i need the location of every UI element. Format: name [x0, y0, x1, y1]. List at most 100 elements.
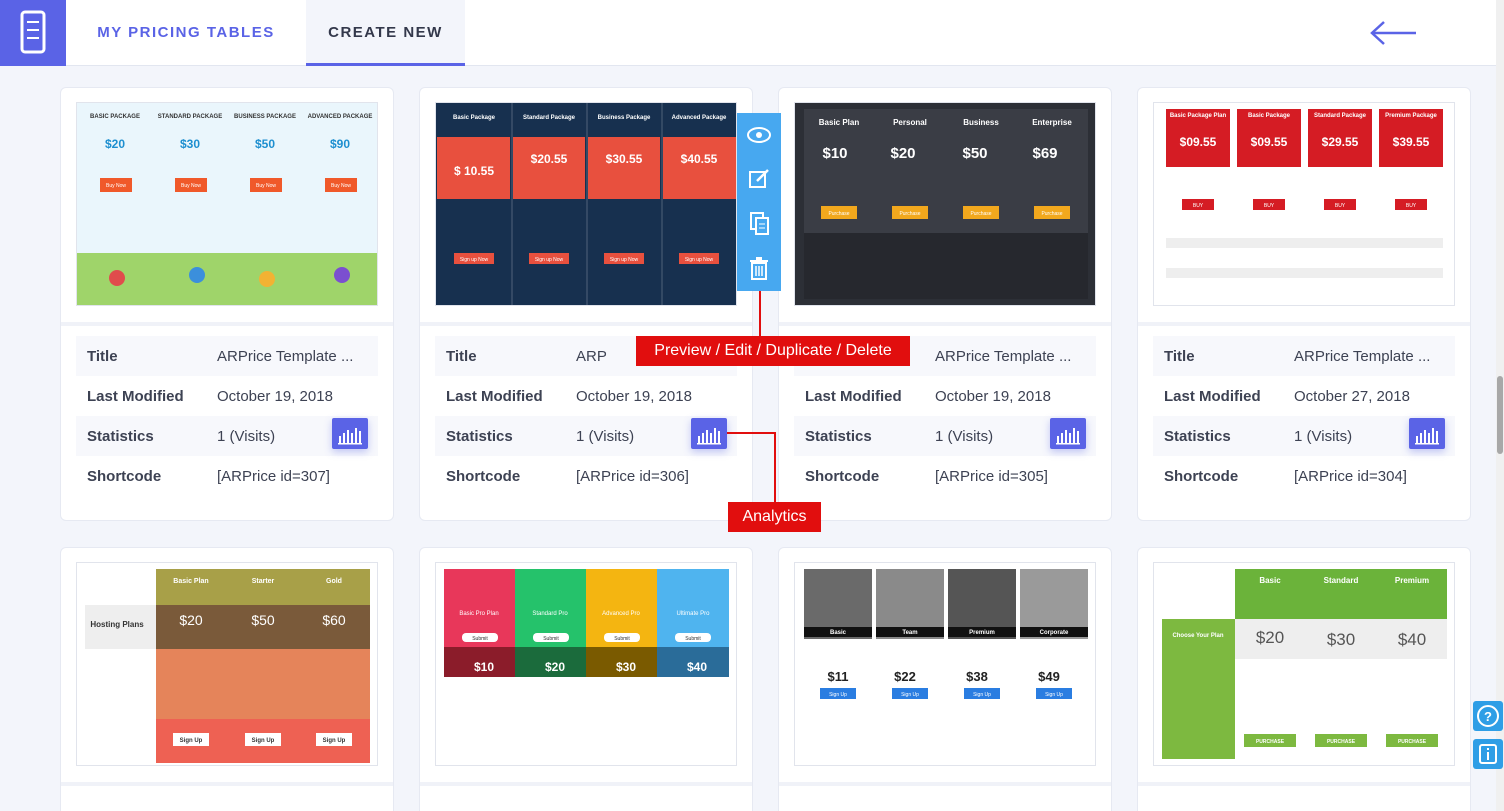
thumb-col-name: Enterprise	[1032, 118, 1072, 127]
thumb-price: $20	[1256, 628, 1284, 647]
table-preview-thumbnail[interactable]: Basic Plan Personal Business Enterprise …	[794, 102, 1096, 306]
pricing-table-card[interactable]: Basic Plan Personal Business Enterprise …	[778, 87, 1112, 521]
thumb-price: $40	[1398, 630, 1426, 649]
table-preview-thumbnail[interactable]: Basic Package Plan Basic Package Standar…	[1153, 102, 1455, 306]
pricing-table-card[interactable]: BASIC PACKAGE STANDARD PACKAGE BUSINESS …	[60, 87, 394, 521]
analytics-button[interactable]	[332, 418, 368, 449]
last-modified-value: October 19, 2018	[935, 387, 1051, 405]
duplicate-icon[interactable]	[745, 209, 773, 237]
delete-trash-icon[interactable]	[745, 254, 773, 282]
title-value: ARPrice Template ...	[217, 347, 354, 365]
scrollbar[interactable]	[1496, 0, 1504, 811]
last-modified-value: October 19, 2018	[576, 387, 692, 405]
last-modified-label: Last Modified	[805, 387, 902, 405]
thumb-button-label: Sign Up	[252, 738, 275, 744]
scrollbar-thumb[interactable]	[1497, 376, 1503, 454]
table-preview-thumbnail[interactable]: Choose Your Plan Basic Standard Premium …	[1153, 562, 1455, 766]
thumb-col-name: Standard	[1324, 576, 1359, 585]
thumb-button-label: BUY	[1264, 203, 1275, 209]
edit-icon[interactable]	[745, 165, 773, 193]
table-preview-thumbnail[interactable]: Basic Team Premium Corporate $11 $22 $38…	[794, 562, 1096, 766]
thumb-price: $20	[545, 660, 565, 674]
thumb-col-name: Basic Plan	[173, 578, 208, 585]
thumb-col-name: Ultimate Pro	[676, 611, 710, 617]
thumb-price: $40.55	[681, 152, 718, 166]
thumb-price: $30	[1327, 630, 1355, 649]
thumb-col-name: Basic Package	[453, 115, 496, 121]
thumb-button-label: Purchase	[899, 211, 920, 217]
thumbnail-image: Hosting Plans Basic Plan Starter Gold $2…	[77, 563, 377, 765]
back-arrow-icon[interactable]	[1368, 20, 1418, 46]
tab-my-pricing-tables[interactable]: MY PRICING TABLES	[66, 0, 306, 66]
thumb-button-label: Sign Up	[829, 692, 847, 698]
pricing-table-card[interactable]: Basic Team Premium Corporate $11 $22 $38…	[778, 547, 1112, 811]
title-label: Title	[1164, 347, 1195, 365]
thumb-price: $09.55	[1180, 135, 1217, 149]
thumb-button-label: Sign up Now	[535, 257, 564, 263]
pricing-table-card[interactable]: Choose Your Plan Basic Standard Premium …	[1137, 547, 1471, 811]
shortcode-label: Shortcode	[1164, 467, 1239, 485]
thumb-col-name: Personal	[893, 118, 927, 127]
thumb-button-label: Sign Up	[973, 692, 991, 698]
last-modified-value: October 27, 2018	[1294, 387, 1410, 405]
bar-chart-icon	[1415, 428, 1439, 445]
thumb-col-name: Premium	[1395, 576, 1429, 585]
pricing-table-card[interactable]: Basic Package Standard Package Business …	[419, 87, 753, 521]
table-preview-thumbnail[interactable]: BASIC PACKAGE STANDARD PACKAGE BUSINESS …	[76, 102, 378, 306]
analytics-button[interactable]	[1409, 418, 1445, 449]
card-meta: Title ARPrice Template ... Last Modified O…	[1153, 336, 1455, 496]
last-modified-label: Last Modified	[1164, 387, 1261, 405]
card-separator	[61, 782, 393, 786]
help-button[interactable]: ?	[1473, 701, 1503, 731]
thumb-price: $20	[105, 137, 125, 151]
callout-connector	[774, 432, 776, 502]
analytics-button[interactable]	[1050, 418, 1086, 449]
thumb-col-name: Basic	[1259, 576, 1281, 585]
card-separator	[779, 782, 1111, 786]
table-preview-thumbnail[interactable]: Basic Package Standard Package Business …	[435, 102, 737, 306]
thumb-col-name: Advanced Pro	[602, 611, 640, 617]
thumb-col-name: Team	[902, 630, 917, 636]
shortcode-value[interactable]: [ARPrice id=304]	[1294, 468, 1455, 485]
pricing-table-card[interactable]: Basic Package Plan Basic Package Standar…	[1137, 87, 1471, 521]
tab-create-new[interactable]: CREATE NEW	[306, 0, 465, 66]
thumb-col-name: Standard Package	[523, 115, 576, 121]
shortcode-value[interactable]: [ARPrice id=307]	[217, 468, 378, 485]
shortcode-label: Shortcode	[805, 467, 880, 485]
shortcode-value[interactable]: [ARPrice id=305]	[935, 468, 1096, 485]
thumb-price: $50	[251, 612, 275, 628]
thumb-price: $38	[966, 669, 988, 684]
table-preview-thumbnail[interactable]: Hosting Plans Basic Plan Starter Gold $2…	[76, 562, 378, 766]
thumbnail-image: Choose Your Plan Basic Standard Premium …	[1154, 563, 1454, 765]
app-logo[interactable]	[0, 0, 66, 66]
thumb-col-name: Basic Plan	[819, 118, 860, 127]
thumb-button-label: BUY	[1193, 203, 1204, 209]
thumb-row-header: Choose Your Plan	[1172, 633, 1223, 639]
pricing-table-card[interactable]: Basic Pro Plan Standard Pro Advanced Pro…	[419, 547, 753, 811]
pricing-table-card[interactable]: Hosting Plans Basic Plan Starter Gold $2…	[60, 547, 394, 811]
thumb-button-label: Buy Now	[256, 183, 276, 189]
analytics-button[interactable]	[691, 418, 727, 449]
top-bar: MY PRICING TABLES CREATE NEW	[0, 0, 1496, 66]
thumb-col-name: Basic Package Plan	[1170, 113, 1227, 119]
bar-chart-icon	[338, 428, 362, 445]
thumb-button-label: Purchase	[970, 211, 991, 217]
thumbnail-image: Basic Plan Personal Business Enterprise …	[795, 103, 1095, 305]
thumb-button-label: Sign Up	[180, 738, 203, 744]
thumb-col-name: Business	[963, 118, 999, 127]
thumb-button-label: Purchase	[1041, 211, 1062, 217]
thumb-button-label: BUY	[1406, 203, 1417, 209]
thumb-col-name: ADVANCED PACKAGE	[308, 114, 373, 120]
statistics-label: Statistics	[1164, 427, 1231, 445]
svg-text:?: ?	[1484, 709, 1492, 724]
thumb-price: $30	[180, 137, 200, 151]
thumb-col-name: Basic Pro Plan	[459, 611, 498, 617]
shortcode-value[interactable]: [ARPrice id=306]	[576, 468, 737, 485]
info-button[interactable]	[1473, 739, 1503, 769]
table-preview-thumbnail[interactable]: Basic Pro Plan Standard Pro Advanced Pro…	[435, 562, 737, 766]
title-value: ARPrice Template ...	[1294, 347, 1431, 365]
bar-chart-icon	[1056, 428, 1080, 445]
thumb-button-label: PURCHASE	[1327, 739, 1356, 745]
thumb-price: $20	[890, 145, 915, 162]
preview-eye-icon[interactable]	[745, 121, 773, 149]
